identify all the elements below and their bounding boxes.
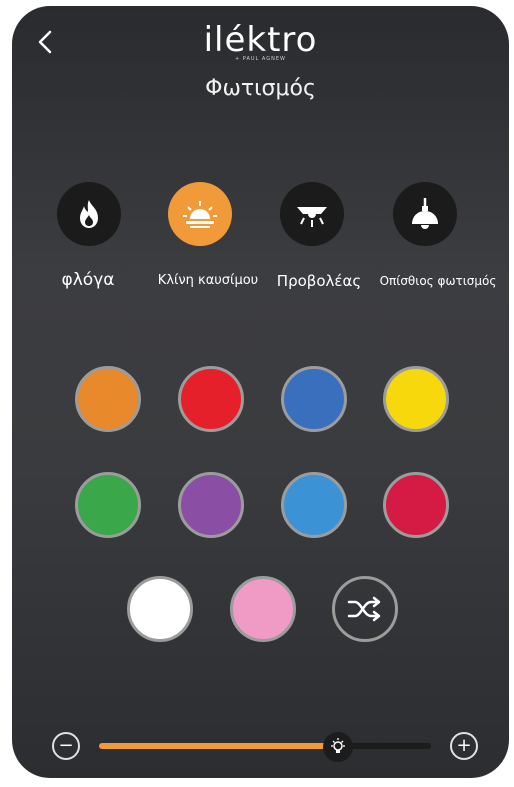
color-swatch-green[interactable] — [75, 472, 141, 538]
brightness-increase-button[interactable]: + — [450, 732, 478, 760]
page-title: Φωτισμός — [205, 76, 316, 101]
color-swatch-purple[interactable] — [178, 472, 244, 538]
brand-subtitle: + PAUL AGNEW — [235, 56, 286, 62]
app-screen: iléktro + PAUL AGNEW Φωτισμός φλόγα Κλίν… — [12, 6, 509, 778]
pendant-lamp-icon — [412, 198, 438, 229]
sunrise-icon — [183, 201, 217, 228]
mode-button-spotlight[interactable] — [280, 182, 344, 246]
brand-name: iléktro — [203, 20, 318, 60]
color-swatch-crimson[interactable] — [383, 472, 449, 538]
color-swatch-white[interactable] — [127, 576, 193, 642]
color-swatch-orange[interactable] — [75, 366, 141, 432]
brightness-decrease-button[interactable]: − — [52, 732, 80, 760]
mode-button-flame[interactable] — [57, 182, 121, 246]
brightness-thumb[interactable] — [323, 732, 354, 762]
color-swatch-pink[interactable] — [230, 576, 296, 642]
mode-label-backlight: Οπίσθιος φωτισμός — [379, 274, 497, 288]
mode-label-spotlight: Προβολέας — [276, 272, 362, 290]
color-swatch-yellow[interactable] — [383, 366, 449, 432]
brightness-slider: − + — [52, 732, 492, 762]
spotlight-icon — [297, 207, 327, 227]
color-swatch-blue[interactable] — [281, 366, 347, 432]
brand-logo: iléktro + PAUL AGNEW — [12, 20, 509, 62]
mode-label-fuel-bed: Κλίνη καυσίμου — [157, 273, 259, 288]
color-swatch-sky-blue[interactable] — [281, 472, 347, 538]
mode-button-fuel-bed[interactable] — [168, 182, 232, 246]
mode-button-backlight[interactable] — [393, 182, 457, 246]
mode-label-flame: φλόγα — [61, 270, 115, 290]
flame-icon — [80, 200, 98, 228]
shuffle-colors-button[interactable] — [332, 576, 398, 642]
brightness-track-fill — [99, 743, 339, 749]
bulb-icon — [331, 738, 346, 753]
shuffle-icon — [347, 596, 381, 622]
color-swatch-red[interactable] — [178, 366, 244, 432]
